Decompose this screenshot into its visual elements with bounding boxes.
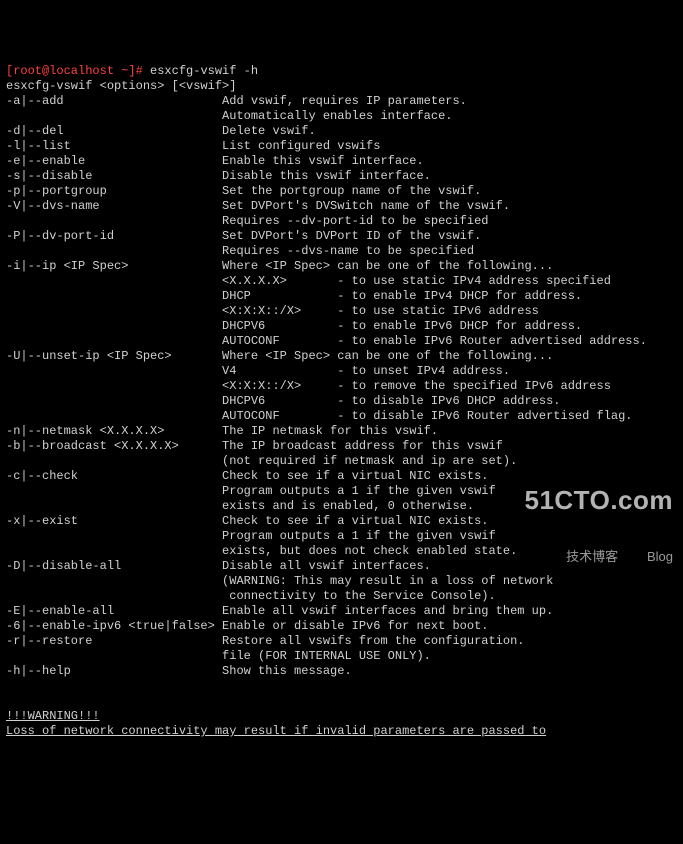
terminal[interactable]: [root@localhost ~]# esxcfg-vswif -h esxc… — [6, 64, 677, 739]
options-list: -a|--add Add vswif, requires IP paramete… — [6, 94, 677, 679]
shell-prompt: [root@localhost ~]# — [6, 64, 150, 78]
warning-header: !!!WARNING!!! — [6, 709, 100, 723]
warning-line: Loss of network connectivity may result … — [6, 724, 546, 738]
usage-line: esxcfg-vswif <options> [<vswif>] — [6, 79, 236, 93]
typed-command: esxcfg-vswif -h — [150, 64, 258, 78]
